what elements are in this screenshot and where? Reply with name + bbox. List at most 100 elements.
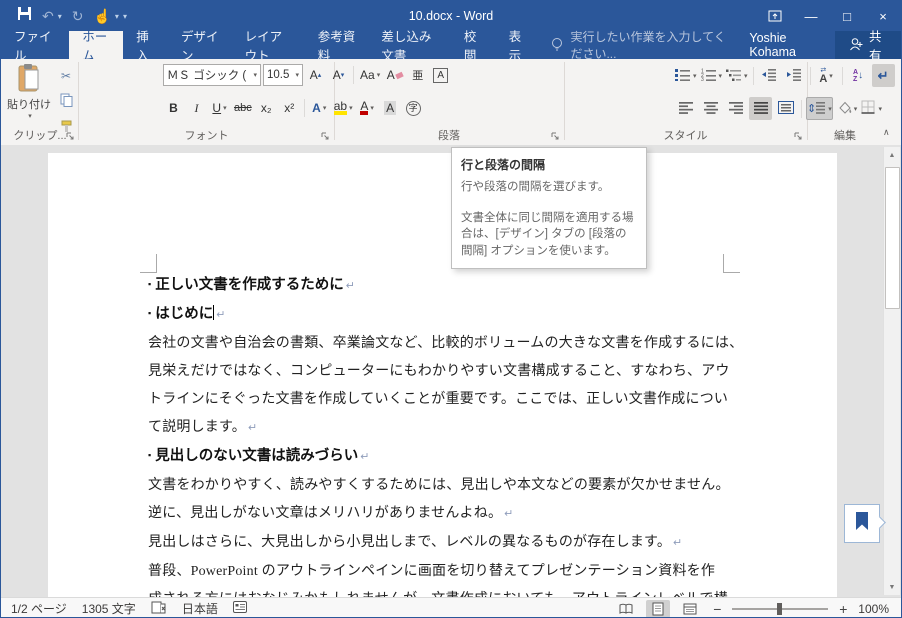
superscript-button[interactable]: x²: [279, 97, 300, 119]
document-line-11[interactable]: 成される方にはおなじみかもしれませんが、文書作成においても、アウトラインレベルで…: [148, 585, 742, 597]
styles-group: あア亜↵標準あア亜↵行間詰めあア亜見出し 1 ▲ ▼ ▾ スタイル: [564, 59, 807, 145]
collapse-ribbon-icon[interactable]: ∧: [883, 127, 890, 138]
font-size-combobox[interactable]: 10.5 ▾: [263, 64, 303, 86]
ribbon-display-options-button[interactable]: [757, 1, 793, 31]
document-line-6[interactable]: ▪ 見出しのない文書は読みづらい ↵: [148, 442, 742, 471]
document-line-3[interactable]: 見栄えだけではなく、コンピューターにもわかりやすい文書構成すること、すなわち、ア…: [148, 357, 742, 385]
touch-mode-icon[interactable]: ☝: [93, 9, 110, 23]
zoom-slider-thumb[interactable]: [777, 602, 783, 615]
styles-group-label: スタイル: [663, 130, 708, 142]
document-page[interactable]: ▪ 正しい文書を作成するために ↵ ▪ はじめに ↵ 会社の文書や自治会の書類、卒業論文など…: [48, 153, 837, 597]
editing-group: 検索▾ abac 置換 選択▾ 編集: [807, 59, 883, 145]
status-bar: 1/2 ページ 1305 文字 日本語 − + 100%: [1, 597, 901, 618]
heading-bullet: ▪: [148, 450, 152, 460]
paragraph-mark: ↵: [360, 451, 370, 463]
undo-dropdown-icon[interactable]: ▾: [58, 12, 62, 21]
zoom-slider[interactable]: [732, 602, 829, 615]
tab-1[interactable]: 挿入: [123, 30, 168, 63]
ribbon-tab-row: ファイル ホーム 挿入 デザイン レイアウト 参考資料 差し込み文書 校閲 表示 実行したい作…: [1, 30, 901, 63]
underline-button[interactable]: U ▾: [209, 97, 230, 119]
zoom-out-button[interactable]: −: [710, 601, 724, 617]
tooltip-line2: 文書全体に同じ間隔を適用する場合は、[デザイン] タブの [段落の間隔] オプシ…: [461, 211, 634, 258]
close-button[interactable]: ×: [865, 1, 901, 31]
vertical-scrollbar[interactable]: ▲ ▼: [883, 147, 900, 595]
line-spacing-tooltip: 行と段落の間隔 行や段落の間隔を選びます。 文書全体に同じ間隔を適用する場合は、…: [451, 147, 647, 269]
font-name-combobox[interactable]: ＭＳ ゴシック (▾: [163, 64, 261, 86]
touch-mode-dropdown-icon[interactable]: ▾: [115, 12, 119, 21]
text-effects-button[interactable]: A ▾: [309, 97, 330, 119]
strikethrough-button[interactable]: abc: [232, 97, 254, 119]
font-group-label: フォント: [184, 130, 229, 142]
paste-button[interactable]: 貼り付け ▾: [7, 63, 51, 137]
document-line-7[interactable]: 文書をわかりやすく、読みやすくするためには、見出しや本文などの要素が欠かせません…: [148, 471, 742, 499]
subscript-button[interactable]: x₂: [256, 97, 277, 119]
tab-6[interactable]: 校閲: [451, 30, 496, 63]
paragraph-mark: ↵: [673, 537, 683, 549]
tab-2[interactable]: デザイン: [168, 30, 232, 63]
tab-7[interactable]: 表示: [496, 30, 541, 63]
document-line-1[interactable]: ▪ はじめに ↵: [148, 300, 742, 329]
word-count[interactable]: 1305 文字: [82, 600, 136, 617]
redo-icon[interactable]: ↻: [72, 9, 84, 23]
copy-icon: [60, 93, 73, 110]
print-layout-button[interactable]: [646, 599, 671, 617]
scissors-icon: ✂: [60, 68, 72, 83]
paragraph-mark: ↵: [216, 309, 226, 321]
document-line-8[interactable]: 逆に、見出しがない文章はメリハリがありませんよね。 ↵: [148, 499, 742, 528]
bold-button[interactable]: B: [163, 97, 184, 119]
tab-3[interactable]: レイアウト: [232, 30, 305, 63]
lightbulb-icon: [550, 37, 564, 54]
tab-4[interactable]: 参考資料: [305, 30, 369, 63]
document-text[interactable]: ▪ 正しい文書を作成するために ↵ ▪ はじめに ↵ 会社の文書や自治会の書類、卒業論文など…: [148, 271, 743, 597]
document-area: ▪ 正しい文書を作成するために ↵ ▪ はじめに ↵ 会社の文書や自治会の書類、卒業論文など…: [1, 145, 901, 597]
customize-qat-icon[interactable]: ▾: [123, 12, 127, 21]
proofing-icon[interactable]: [151, 601, 167, 617]
tell-me-placeholder: 実行したい作業を入力してください...: [570, 30, 726, 61]
web-layout-button[interactable]: [678, 600, 702, 618]
bookmark-flag-button[interactable]: [844, 504, 880, 543]
word-window: ↶ ▾ ↻ ☝ ▾ ▾ 10.docx - Word — □ × ファイル ホーム挿…: [0, 0, 902, 618]
clipboard-icon: [17, 63, 41, 96]
scroll-down-icon[interactable]: ▼: [884, 579, 900, 595]
document-line-10[interactable]: 普段、PowerPoint のアウトラインペインに画面を切り替えてプレゼンテーシ…: [148, 557, 742, 585]
paragraph-mark: ↵: [248, 422, 258, 434]
cut-button[interactable]: ✂: [55, 65, 77, 86]
document-line-2[interactable]: 会社の文書や自治会の書類、卒業論文など、比較的ボリュームの大きな文書を作成するに…: [148, 329, 743, 357]
tooltip-title: 行と段落の間隔: [461, 158, 546, 172]
language-indicator[interactable]: 日本語: [182, 600, 218, 617]
tab-0[interactable]: ホーム: [69, 30, 124, 63]
scroll-up-icon[interactable]: ▲: [884, 147, 900, 163]
document-line-4[interactable]: トラインにそぐった文書を作成していくことが重要です。ここでは、正しい文書作成につ…: [148, 385, 742, 413]
zoom-level[interactable]: 100%: [858, 602, 889, 616]
page-indicator[interactable]: 1/2 ページ: [11, 600, 67, 617]
tell-me-box[interactable]: 実行したい作業を入力してください...: [550, 30, 737, 61]
scrollbar-thumb[interactable]: [885, 167, 900, 309]
account-name[interactable]: Yoshie Kohama: [737, 31, 835, 59]
document-line-0[interactable]: ▪ 正しい文書を作成するために ↵: [148, 271, 742, 300]
paragraph-group-label: 段落: [438, 130, 460, 142]
copy-button[interactable]: [55, 91, 77, 112]
document-line-5[interactable]: て説明します。 ↵: [148, 413, 742, 442]
maximize-button[interactable]: □: [829, 1, 865, 31]
read-mode-button[interactable]: [614, 600, 638, 618]
font-group: ＭＳ ゴシック (▾ 10.5 ▾ A ▴ A ▾ Aa ▾ A 亜 A B I U ▾ …: [79, 59, 449, 145]
zoom-in-button[interactable]: +: [836, 601, 850, 617]
italic-button[interactable]: I: [186, 97, 207, 119]
paste-label: 貼り付け: [7, 99, 51, 111]
clipboard-dialog-launcher[interactable]: [66, 132, 76, 142]
editing-group-label: 編集: [834, 130, 856, 142]
paste-dropdown-icon[interactable]: ▾: [28, 112, 32, 120]
document-line-9[interactable]: 見出しはさらに、大見出しから小見出しまで、レベルの異なるものが存在します。 ↵: [148, 528, 742, 557]
font-dialog-launcher[interactable]: [321, 132, 331, 142]
paragraph-dialog-launcher[interactable]: [551, 132, 561, 142]
tab-5[interactable]: 差し込み文書: [368, 30, 450, 63]
grow-font-button[interactable]: A ▴: [305, 64, 326, 86]
input-mode-icon[interactable]: [232, 601, 247, 616]
text-caret: [213, 305, 215, 320]
styles-dialog-launcher[interactable]: [794, 132, 804, 142]
save-icon[interactable]: [17, 6, 32, 26]
tab-file[interactable]: ファイル: [1, 30, 69, 63]
undo-icon[interactable]: ↶: [42, 9, 54, 23]
minimize-button[interactable]: —: [793, 1, 829, 31]
share-button[interactable]: 共有: [834, 30, 901, 63]
